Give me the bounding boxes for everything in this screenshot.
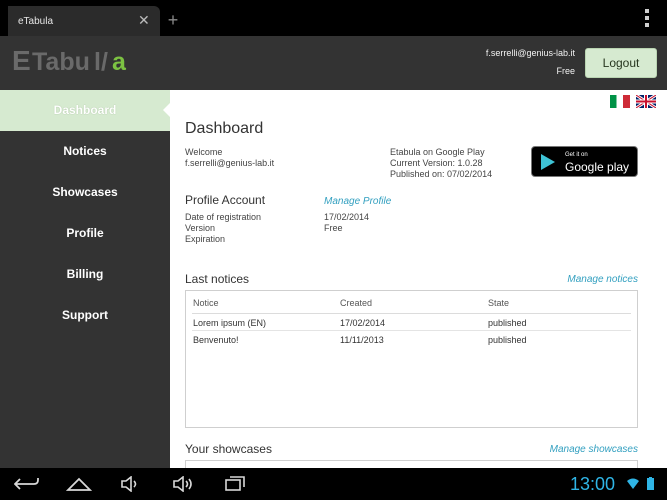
sidebar-item-dashboard[interactable]: Dashboard — [0, 90, 171, 131]
current-version: Current Version: 1.0.28 — [390, 158, 483, 168]
badge-small-text: Get it on — [565, 152, 588, 158]
google-play-info: Etabula on Google Play Current Version: … — [390, 147, 492, 180]
welcome-user: f.serrelli@genius-lab.it — [185, 158, 275, 168]
sidebar-item-label: Showcases — [52, 185, 118, 199]
notices-section-title: Last notices — [185, 272, 250, 286]
logout-button[interactable]: Logout — [585, 48, 657, 78]
svg-text:l/: l/ — [94, 48, 108, 76]
volume-up-icon[interactable] — [172, 476, 194, 492]
sidebar-item-label: Profile — [66, 226, 104, 240]
sidebar-item-label: Dashboard — [53, 103, 117, 117]
welcome-block: Welcome f.serrelli@genius-lab.it — [185, 147, 274, 169]
profile-values: 17/02/2014 Free — [324, 212, 369, 234]
status-icons — [625, 477, 659, 494]
system-nav-bar: 13:00 — [0, 468, 667, 500]
manage-showcases-link[interactable]: Manage showcases — [550, 444, 638, 455]
tab-title: eTabula — [18, 16, 54, 27]
user-email: f.serrelli@genius-lab.it — [485, 48, 575, 58]
italian-flag-icon[interactable] — [609, 95, 630, 108]
volume-down-icon[interactable] — [120, 476, 140, 492]
state-cell: published — [488, 318, 527, 328]
sidebar-item-label: Notices — [63, 144, 107, 158]
browser-tab[interactable]: eTabula ✕ — [8, 6, 160, 36]
browser-tab-strip: eTabula ✕ + — [0, 0, 667, 36]
etabula-logo[interactable]: E Tabu l/ a — [12, 44, 130, 81]
user-plan: Free — [556, 66, 575, 76]
profile-section-title: Profile Account — [185, 193, 266, 207]
manage-notices-link[interactable]: Manage notices — [567, 274, 638, 285]
gplay-title: Etabula on Google Play — [390, 147, 485, 157]
google-play-icon — [541, 154, 555, 170]
sidebar-item-showcases[interactable]: Showcases — [0, 172, 170, 213]
wifi-battery-icon — [627, 477, 654, 490]
language-switcher — [608, 95, 656, 113]
sidebar-item-label: Support — [62, 308, 108, 322]
created-cell: 17/02/2014 — [340, 318, 386, 328]
new-tab-icon[interactable]: + — [162, 10, 184, 32]
system-clock: 13:00 — [570, 474, 616, 494]
showcases-section-title: Your showcases — [185, 442, 272, 456]
sidebar-item-profile[interactable]: Profile — [0, 213, 170, 254]
svg-text:Tabu: Tabu — [32, 48, 90, 76]
notices-table: Notice Created State Lorem ipsum (EN) 17… — [185, 290, 638, 428]
uk-flag-icon[interactable] — [636, 95, 656, 108]
main-content: Dashboard Welcome f.serrelli@genius-lab.… — [170, 90, 667, 468]
recent-apps-icon[interactable] — [224, 476, 246, 492]
notice-cell: Benvenuto! — [193, 335, 239, 345]
notice-cell: Lorem ipsum (EN) — [193, 318, 267, 328]
sidebar-item-billing[interactable]: Billing — [0, 254, 170, 295]
showcases-table — [185, 460, 638, 468]
sidebar-item-notices[interactable]: Notices — [0, 131, 170, 172]
column-header: Created — [340, 298, 373, 308]
table-row[interactable]: Lorem ipsum (EN) 17/02/2014 published — [186, 314, 637, 331]
svg-text:E: E — [12, 45, 31, 76]
registration-date: 17/02/2014 — [324, 212, 370, 222]
table-row[interactable]: Benvenuto! 11/11/2013 published — [186, 331, 637, 348]
close-icon[interactable]: ✕ — [138, 12, 150, 29]
home-icon[interactable] — [66, 476, 92, 492]
manage-profile-link[interactable]: Manage Profile — [324, 196, 391, 207]
badge-large-text: Google play — [565, 160, 630, 174]
welcome-label: Welcome — [185, 147, 223, 157]
profile-label: Expiration — [185, 234, 226, 244]
profile-label: Date of registration — [185, 212, 262, 222]
back-icon[interactable] — [14, 476, 40, 492]
page-title: Dashboard — [185, 120, 264, 137]
column-header: Notice — [193, 298, 219, 308]
column-header: State — [488, 298, 510, 308]
state-cell: published — [488, 335, 527, 345]
profile-label: Version — [185, 223, 216, 233]
google-play-badge[interactable]: Get it on Google play — [531, 146, 638, 177]
sidebar-item-label: Billing — [66, 267, 104, 281]
profile-version: Free — [324, 223, 343, 233]
profile-labels: Date of registration Version Expiration — [185, 212, 261, 245]
overflow-menu-icon[interactable] — [645, 9, 651, 30]
published-on: Published on: 07/02/2014 — [390, 169, 493, 179]
sidebar-nav: Dashboard Notices Showcases Profile Bill… — [0, 90, 171, 468]
created-cell: 11/11/2013 — [340, 335, 384, 345]
svg-text:a: a — [112, 48, 127, 76]
sidebar-item-support[interactable]: Support — [0, 295, 170, 336]
